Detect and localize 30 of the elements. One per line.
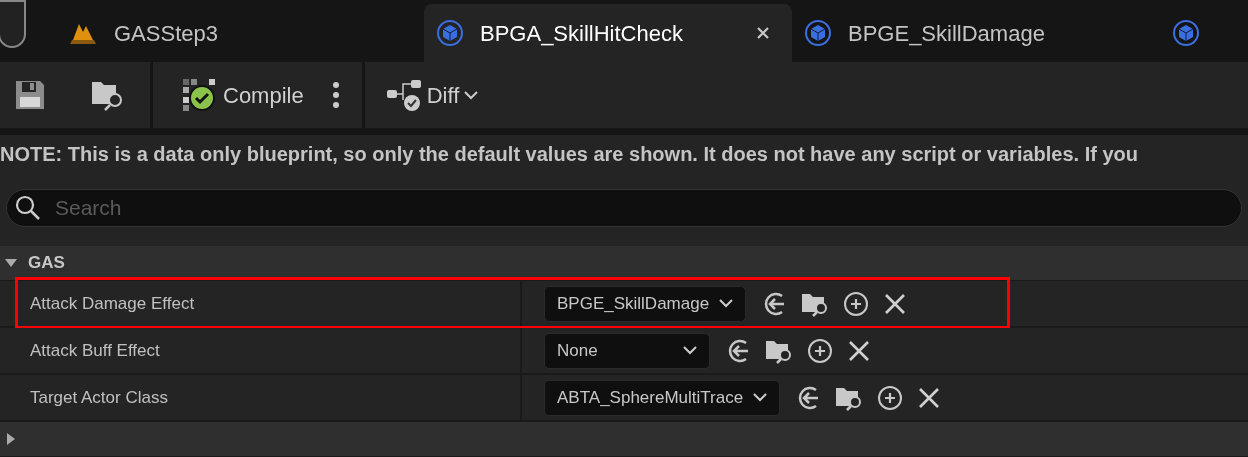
editor-tab[interactable]: BPGA_SkillHitCheck xyxy=(424,4,792,62)
compile-button[interactable]: Compile xyxy=(153,77,332,113)
compile-success-icon xyxy=(181,77,217,113)
asset-dropdown[interactable]: BPGE_SkillDamage xyxy=(544,285,747,322)
save-icon[interactable] xyxy=(14,79,46,111)
close-icon[interactable] xyxy=(756,26,770,40)
cube-icon xyxy=(436,19,464,47)
property-label: Attack Buff Effect xyxy=(30,339,160,362)
cube-icon xyxy=(804,19,832,47)
category-header[interactable]: GAS xyxy=(0,246,1248,281)
more-options-icon[interactable] xyxy=(331,81,340,109)
property-label: Target Actor Class xyxy=(30,386,168,409)
diff-button[interactable]: Diff xyxy=(364,78,500,112)
chevron-down-icon xyxy=(463,90,480,100)
editor-tab[interactable]: BPGE_SkillDamage xyxy=(792,4,1160,62)
asset-dropdown[interactable]: None xyxy=(544,332,710,369)
search-field[interactable]: Search xyxy=(6,189,1242,227)
engine-logo[interactable] xyxy=(0,0,26,48)
property-label: Attack Damage Effect xyxy=(30,292,195,315)
cube-icon xyxy=(1172,19,1200,47)
diff-icon xyxy=(384,78,423,112)
asset-dropdown[interactable]: ABTA_SphereMultiTrace xyxy=(544,379,781,416)
chevron-down-icon xyxy=(753,393,768,402)
editor-tab[interactable]: GASStep3 xyxy=(56,4,424,62)
chevron-down-icon xyxy=(683,346,697,355)
add-circle-icon[interactable] xyxy=(806,336,834,365)
note-text: NOTE: This is a data only blueprint, so only the default values are shown. It does not have any script or variables. If you xyxy=(0,141,1139,167)
add-circle-icon[interactable] xyxy=(842,289,871,318)
chevron-down-icon xyxy=(719,299,734,308)
add-circle-icon[interactable] xyxy=(876,383,905,412)
